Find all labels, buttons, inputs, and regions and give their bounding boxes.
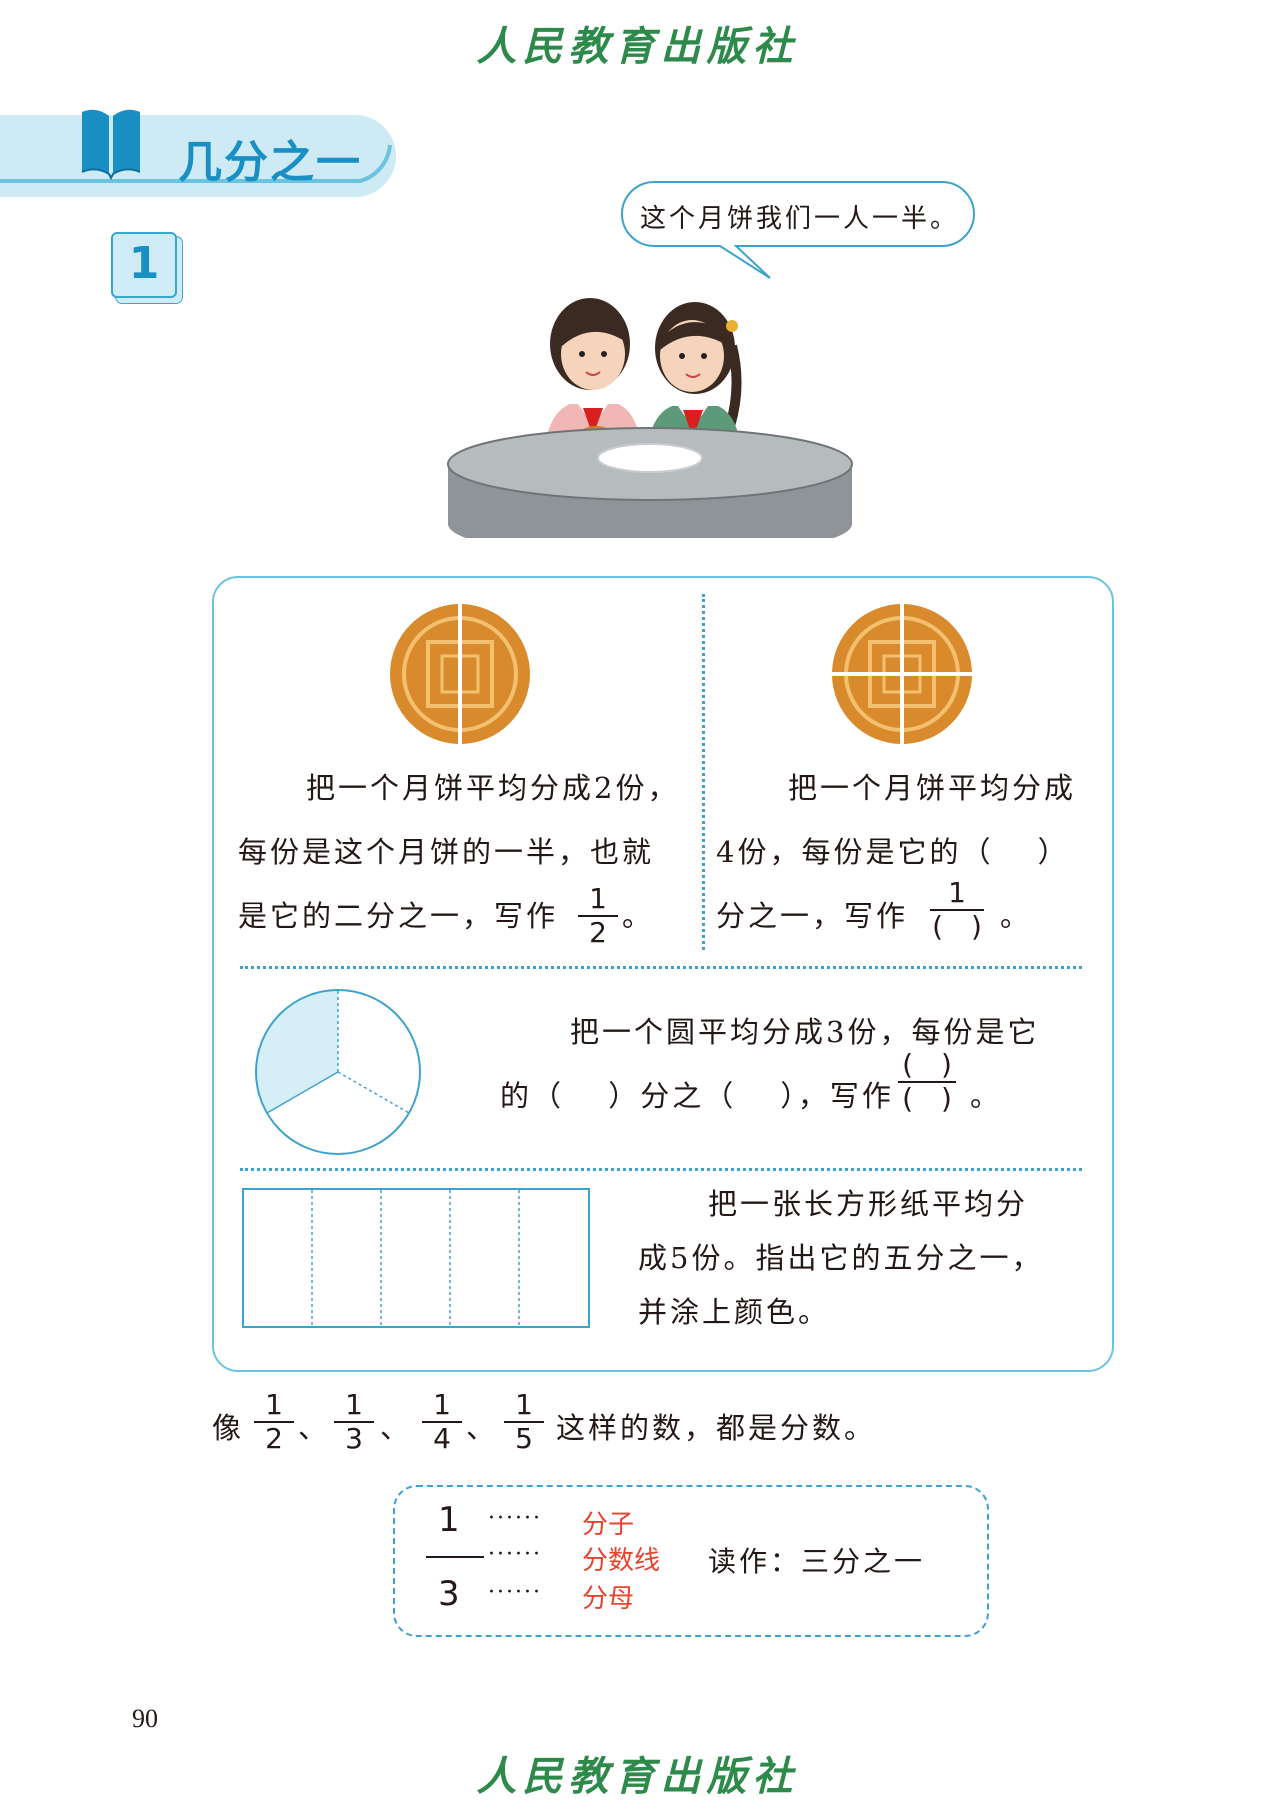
rectangle-fifths — [242, 1188, 590, 1328]
summary-separator: 、 — [380, 1411, 413, 1445]
label-denominator: 分母 — [582, 1584, 635, 1614]
summary-suffix: 这样的数，都是分数。 — [556, 1411, 877, 1445]
mooncake-halves — [390, 604, 530, 744]
horizontal-divider — [240, 1168, 1082, 1171]
summary-fraction: 15 — [504, 1390, 544, 1454]
dots: ······ — [488, 1506, 542, 1531]
term-numerator: 1 — [438, 1500, 460, 1540]
halves-line-3: 是它的二分之一，写作 — [238, 899, 559, 933]
mooncake-quarters — [830, 602, 974, 746]
term-fraction-bar — [426, 1556, 484, 1558]
speech-bubble-text: 这个月饼我们一人一半。 — [640, 204, 960, 234]
publisher-header: 人民教育出版社 — [476, 23, 799, 70]
dots: ······ — [488, 1542, 542, 1567]
quarters-line-3: 分之一，写作 — [716, 899, 909, 933]
rectangle-line-3: 并涂上颜色。 — [638, 1295, 831, 1329]
fraction-quarter-blank: 1( ) — [930, 878, 984, 942]
section-title: 几分之一 — [178, 137, 362, 188]
vertical-divider — [702, 594, 705, 950]
label-numerator: 分子 — [582, 1510, 635, 1540]
horizontal-divider — [240, 966, 1082, 969]
quarters-line-2: 4份，每份是它的（ ） — [716, 835, 1070, 869]
fraction-circle-blank: ( )( ) — [898, 1050, 956, 1114]
dots: ······ — [488, 1580, 542, 1605]
circle-line-1: 把一个圆平均分成3份，每份是它 — [570, 1015, 1040, 1049]
circle-end: 。 — [970, 1079, 1003, 1113]
halves-line-1: 把一个月饼平均分成2份， — [306, 771, 680, 805]
halves-line-2: 每份是这个月饼的一半，也就 — [238, 835, 655, 869]
summary-fraction: 14 — [422, 1390, 462, 1454]
girls-table-illustration — [440, 298, 860, 576]
summary-fraction: 13 — [334, 1390, 374, 1454]
quarters-line-1: 把一个月饼平均分成 — [788, 771, 1077, 805]
page-number: 90 — [132, 1704, 158, 1733]
fraction-one-half: 12 — [578, 884, 618, 948]
summary-fraction: 12 — [254, 1390, 294, 1454]
term-denominator: 3 — [438, 1574, 460, 1614]
circle-line-2: 的（ ）分之（ ），写作 — [500, 1079, 894, 1113]
label-fraction-bar: 分数线 — [582, 1546, 661, 1576]
book-icon — [81, 109, 141, 180]
quarters-end: 。 — [1000, 899, 1033, 933]
publisher-footer: 人民教育出版社 — [476, 1753, 799, 1800]
example-number-badge: 1 — [111, 232, 177, 298]
circle-thirds — [255, 989, 421, 1155]
summary-separator: 、 — [298, 1411, 331, 1445]
summary-separator: 、 — [466, 1411, 499, 1445]
reading-text: 读作：三分之一 — [708, 1545, 926, 1578]
summary-prefix: 像 — [212, 1411, 245, 1445]
halves-end: 。 — [622, 899, 655, 933]
